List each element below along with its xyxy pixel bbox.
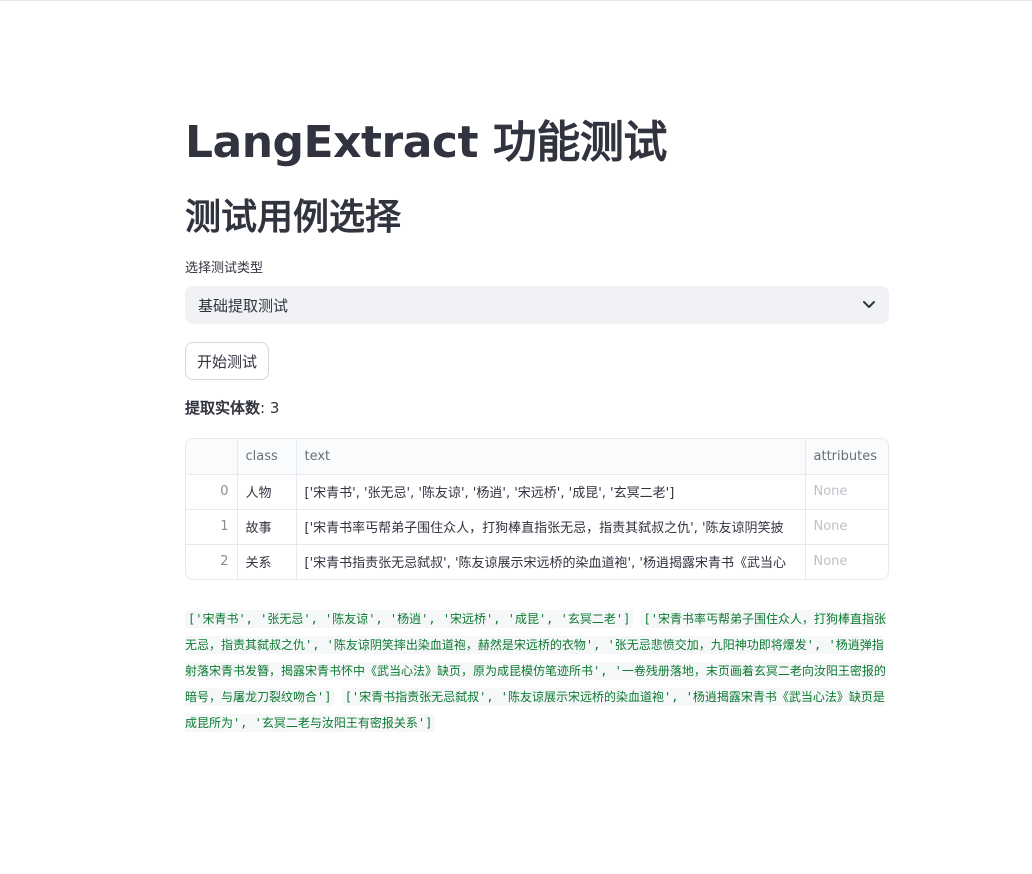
chevron-down-icon (862, 298, 876, 312)
cell-attributes[interactable]: None (805, 474, 888, 510)
top-border (0, 0, 1032, 1)
row-index[interactable]: 2 (186, 544, 238, 579)
test-type-select[interactable]: 基础提取测试 (185, 286, 889, 324)
entity-count-value: 3 (269, 399, 280, 417)
cell-class[interactable]: 故事 (237, 509, 297, 545)
column-header-index[interactable] (186, 439, 238, 475)
table-row: 1 故事 ['宋青书率丐帮弟子围住众人，打狗棒直指张无忌，指责其弑叔之仇', '… (186, 509, 888, 545)
section-title: 测试用例选择 (185, 197, 402, 238)
cell-class[interactable]: 人物 (237, 474, 297, 510)
cell-text[interactable]: ['宋青书', '张无忌', '陈友谅', '杨逍', '宋远桥', '成昆',… (296, 474, 806, 510)
row-index[interactable]: 1 (186, 509, 238, 545)
column-header-class[interactable]: class (237, 439, 297, 475)
cell-text[interactable]: ['宋青书率丐帮弟子围住众人，打狗棒直指张无忌，指责其弑叔之仇', '陈友谅阴笑… (296, 509, 806, 545)
cell-attributes[interactable]: None (805, 544, 888, 579)
table-header-row: class text attributes (186, 439, 888, 475)
main-content: LangExtract 功能测试 测试用例选择 选择测试类型 基础提取测试 开始… (185, 110, 889, 736)
table-row: 2 关系 ['宋青书指责张无忌弑叔', '陈友谅展示宋远桥的染血道袍', '杨逍… (186, 544, 888, 579)
column-header-text[interactable]: text (296, 439, 806, 475)
output-line-people: ['宋青书', '张无忌', '陈友谅', '杨逍', '宋远桥', '成昆',… (185, 610, 634, 628)
table-row: 0 人物 ['宋青书', '张无忌', '陈友谅', '杨逍', '宋远桥', … (186, 474, 888, 510)
start-test-button[interactable]: 开始测试 (185, 342, 270, 380)
select-label: 选择测试类型 (185, 261, 264, 276)
column-header-attributes[interactable]: attributes (805, 439, 888, 475)
select-value: 基础提取测试 (198, 296, 289, 315)
results-table[interactable]: class text attributes 0 人物 ['宋青书', '张无忌'… (185, 438, 889, 580)
output-code-block: ['宋青书', '张无忌', '陈友谅', '杨逍', '宋远桥', '成昆',… (185, 606, 889, 736)
cell-class[interactable]: 关系 (237, 544, 297, 579)
cell-attributes[interactable]: None (805, 509, 888, 545)
page-title: LangExtract 功能测试 (185, 117, 667, 168)
row-index[interactable]: 0 (186, 474, 238, 510)
entity-count-separator: : (260, 399, 266, 417)
entity-count: 提取实体数: 3 (185, 398, 889, 418)
entity-count-label: 提取实体数 (185, 399, 261, 417)
cell-text[interactable]: ['宋青书指责张无忌弑叔', '陈友谅展示宋远桥的染血道袍', '杨逍揭露宋青书… (296, 544, 806, 579)
